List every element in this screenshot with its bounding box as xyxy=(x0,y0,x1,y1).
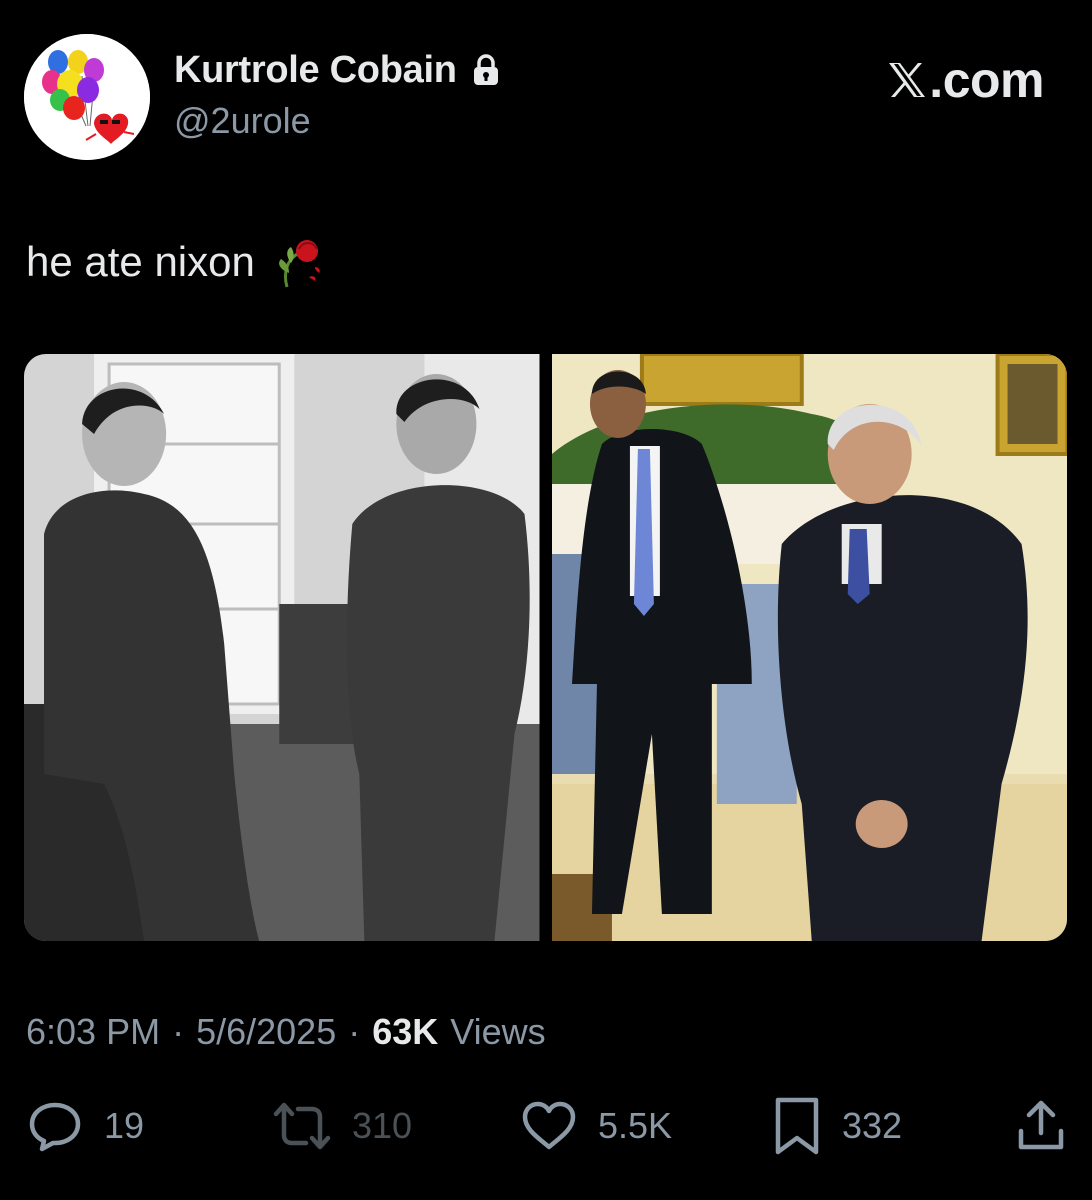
author-handle[interactable]: @2urole xyxy=(174,100,311,142)
author-display-name[interactable]: Kurtrole Cobain xyxy=(174,49,457,92)
post-meta: 6:03 PM · 5/6/2025 · 63K Views xyxy=(26,1006,546,1058)
avatar[interactable] xyxy=(24,34,150,160)
balloons-heart-avatar-icon xyxy=(24,34,150,160)
bw-office-photo xyxy=(24,354,540,941)
post-time[interactable]: 6:03 PM xyxy=(26,1011,160,1053)
repost-icon xyxy=(273,1102,331,1150)
brand: .com xyxy=(887,50,1044,110)
media-grid xyxy=(24,354,1067,941)
views-count: 63K xyxy=(372,1011,439,1052)
bookmark-icon xyxy=(775,1097,819,1155)
reply-icon xyxy=(29,1102,81,1152)
post-text: he ate nixon xyxy=(26,238,255,285)
meta-separator: · xyxy=(348,1011,361,1052)
author-name-line: Kurtrole Cobain xyxy=(174,48,501,92)
repost-count: 310 xyxy=(352,1105,413,1146)
repost-button[interactable]: 310 xyxy=(272,1094,412,1158)
views-label: Views xyxy=(450,1011,546,1052)
lock-icon xyxy=(471,53,501,87)
post-text-line: he ate nixon xyxy=(26,232,327,292)
reply-count: 19 xyxy=(104,1105,145,1146)
share-icon xyxy=(1018,1100,1064,1150)
post-header: Kurtrole Cobain @2urole .com xyxy=(24,34,1068,160)
brand-text: .com xyxy=(929,52,1044,108)
share-button[interactable] xyxy=(1016,1094,1066,1158)
wilted-rose-icon xyxy=(269,233,327,291)
action-bar: 19 310 5.5K 332 xyxy=(24,1094,1068,1158)
photo-left[interactable] xyxy=(24,354,540,941)
color-office-photo xyxy=(551,354,1067,941)
meta-separator: · xyxy=(172,1011,185,1052)
like-button[interactable]: 5.5K xyxy=(520,1094,672,1158)
reply-button[interactable]: 19 xyxy=(26,1094,144,1158)
bookmark-button[interactable]: 332 xyxy=(772,1094,902,1158)
bookmark-count: 332 xyxy=(842,1105,903,1146)
heart-icon xyxy=(522,1101,576,1150)
post-date[interactable]: 5/6/2025 xyxy=(196,1011,336,1053)
x-logo-icon xyxy=(887,61,927,99)
photo-right[interactable] xyxy=(551,354,1067,941)
like-count: 5.5K xyxy=(598,1105,673,1146)
